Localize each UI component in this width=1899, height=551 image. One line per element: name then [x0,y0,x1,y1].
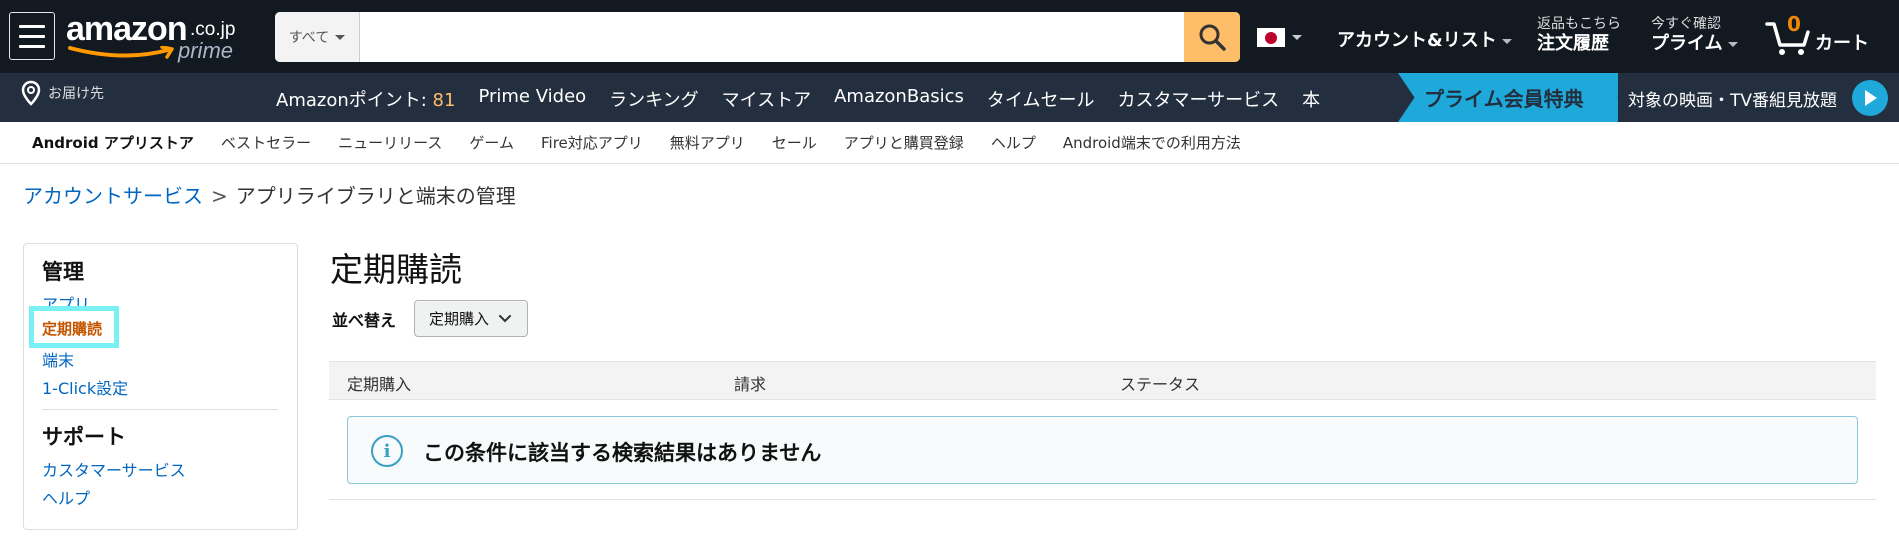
sidebar-item-1click-settings[interactable]: 1-Click設定 [42,375,128,399]
subnav-item-best-sellers[interactable]: ベストセラー [221,132,311,153]
subnav-item-new-releases[interactable]: ニューリリース [338,132,442,153]
prime-banner-left-text: プライム会員特典 [1424,87,1584,111]
breadcrumb-current: アプリライブラリと端末の管理 [235,184,516,208]
logo-brand-text: amazon [66,10,188,48]
column-header-status: ステータス [1120,375,1201,394]
subnav-item-sale[interactable]: セール [772,132,817,153]
page-title: 定期購読 [330,250,462,289]
table-header: 定期購入 請求 ステータス [329,361,1876,400]
sidebar-item-customer-service[interactable]: カスタマーサービス [42,457,186,481]
subnav-item-apps-subscriptions[interactable]: アプリと購買登録 [844,132,964,153]
nav-item-amazonbasics[interactable]: AmazonBasics [834,86,964,112]
empty-results-message: この条件に該当する検索結果はありません [423,441,822,465]
breadcrumb: アカウントサービス > アプリライブラリと端末の管理 [23,180,516,209]
search-category-label: すべて [288,30,330,46]
search-input[interactable] [360,12,1184,62]
breadcrumb-account-service[interactable]: アカウントサービス [23,184,203,208]
orders-link[interactable]: 返品もこちら 注文履歴 [1537,16,1621,55]
deliver-to-label: お届け先 [48,86,104,102]
prime-link[interactable]: 今すぐ確認 プライム [1651,16,1738,55]
sidebar-heading-manage: 管理 [42,260,84,284]
sidebar-item-subscriptions[interactable]: 定期購読 [42,318,102,339]
empty-results-alert: i この条件に該当する検索結果はありません [347,416,1858,484]
logo-smile-icon [68,46,174,59]
nav-item-time-sale[interactable]: タイムセール [987,86,1095,112]
prime-banner-right-text: 対象の映画・TV番組見放題 [1628,91,1838,111]
search-category-dropdown[interactable]: すべて [275,12,360,62]
caret-down-icon [1727,42,1738,47]
column-header-subscription: 定期購入 [347,375,412,394]
subnav-item-games[interactable]: ゲーム [469,132,514,153]
play-icon [1852,80,1888,116]
top-navigation: amazon .co.jp prime すべて アカウント&リスト 返品もこちら… [0,0,1899,73]
subnav-item-help[interactable]: ヘルプ [991,132,1036,153]
chevron-down-icon [499,314,512,322]
language-selector[interactable] [1257,28,1302,47]
cart-link[interactable]: 0 カート [1765,12,1875,62]
column-header-billing: 請求 [734,375,767,394]
sort-label: 並べ替え [332,311,397,330]
subnav-item-fire-apps[interactable]: Fire対応アプリ [541,132,643,153]
sidebar: 管理 アプリ 定期購読 端末 1-Click設定 サポート カスタマーサービス … [23,243,298,530]
cart-count: 0 [1787,12,1801,36]
sort-selected-value: 定期購入 [429,310,490,328]
nav-item-customer-service[interactable]: カスタマーサービス [1118,86,1280,112]
caret-down-icon [1501,39,1512,44]
sidebar-divider [42,409,278,410]
sidebar-heading-support: サポート [42,425,126,449]
deliver-to-link[interactable]: お届け先 [20,79,104,111]
nav-item-points[interactable]: Amazonポイント: 81 [276,86,455,112]
amazon-prime-logo[interactable]: amazon .co.jp prime [66,10,251,63]
nav-item-prime-video[interactable]: Prime Video [478,86,586,112]
prime-benefits-banner[interactable]: プライム会員特典 対象の映画・TV番組見放題 [1398,73,1899,122]
orders-big-label: 注文履歴 [1537,33,1609,54]
prime-big-label: プライム [1651,33,1723,54]
table-bottom-divider [329,499,1876,500]
subnav-item-android-usage[interactable]: Android端末での利用方法 [1063,132,1241,153]
orders-small-label: 返品もこちら [1537,16,1621,32]
sort-dropdown[interactable]: 定期購入 [414,300,528,337]
caret-down-icon [1292,35,1302,40]
account-lists-link[interactable]: アカウント&リスト [1337,30,1512,52]
app-store-subnav: Android アプリストア ベストセラー ニューリリース ゲーム Fire対応… [0,122,1899,164]
logo-prime-text: prime [178,38,234,63]
prime-banner-left: プライム会員特典 [1398,73,1634,122]
search-icon [1199,24,1226,51]
main-nav-items: Amazonポイント: 81 Prime Video ランキング マイストア A… [276,86,1320,112]
account-lists-label: アカウント&リスト [1337,30,1497,51]
nav-item-ranking[interactable]: ランキング [609,86,698,112]
caret-down-icon [335,34,346,40]
japan-flag-icon [1257,28,1285,47]
info-icon: i [371,435,403,467]
points-value: 81 [432,90,456,111]
prime-small-label: 今すぐ確認 [1651,16,1721,32]
hamburger-menu-icon[interactable] [9,12,55,60]
nav-item-my-store[interactable]: マイストア [722,86,811,112]
subnav-item-free-apps[interactable]: 無料アプリ [670,132,745,153]
search-button[interactable] [1184,12,1240,62]
points-label: Amazonポイント: [276,90,433,111]
subnav-item-android-app-store[interactable]: Android アプリストア [32,132,194,153]
search-bar: すべて [275,12,1240,62]
sidebar-item-help[interactable]: ヘルプ [42,485,90,509]
sidebar-item-devices[interactable]: 端末 [42,347,74,371]
cart-label: カート [1815,33,1869,54]
nav-item-books[interactable]: 本 [1302,86,1320,112]
location-pin-icon [21,80,41,106]
breadcrumb-separator: > [211,184,228,208]
